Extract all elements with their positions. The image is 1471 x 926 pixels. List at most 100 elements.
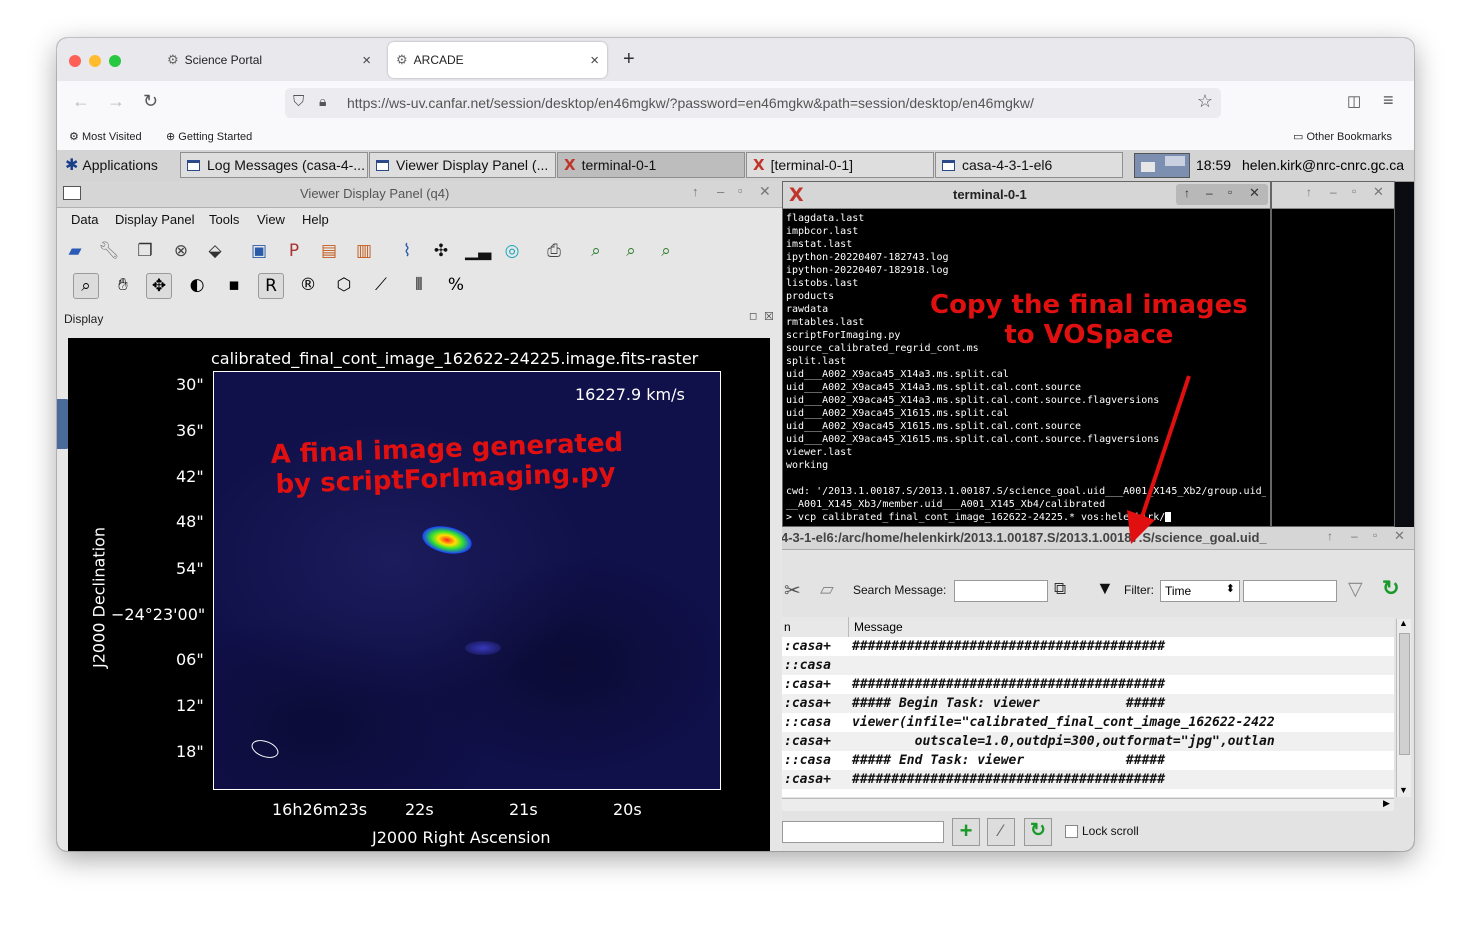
log-row[interactable]: ::casa viewer(infile="calibrated_final_co… — [782, 713, 1394, 732]
minimize-icon[interactable]: – — [1351, 529, 1358, 543]
note-icon[interactable]: ▱ — [820, 579, 834, 600]
zoom-tool-icon[interactable]: ⌕ — [73, 273, 99, 299]
minimize-icon[interactable]: – — [1206, 186, 1213, 200]
refresh-icon[interactable]: ↻ — [1024, 818, 1052, 846]
taskbar-item-casa[interactable]: casa-4-3-1-el6 — [935, 152, 1123, 178]
url-bar[interactable]: ⛉ 🔒︎ https://ws-uv.canfar.net/session/de… — [285, 88, 1221, 118]
close-icon[interactable]: × — [590, 52, 599, 69]
logger-titlebar[interactable]: 4-3-1-el6:/arc/home/helenkirk/2013.1.001… — [782, 527, 1414, 550]
undock-icon[interactable]: ◻ — [749, 311, 757, 322]
bookmark-getting-started[interactable]: ⊕ Getting Started — [166, 130, 252, 143]
zoom-fit-icon[interactable]: ⌕ — [584, 239, 608, 263]
funnel-icon[interactable]: ▽ — [1348, 578, 1363, 601]
maximize-icon[interactable]: ▫ — [1373, 528, 1377, 542]
menu-data[interactable]: Data — [71, 212, 98, 227]
bookmark-other[interactable]: ▭ Other Bookmarks — [1293, 130, 1392, 143]
add-icon[interactable]: + — [952, 818, 980, 846]
save-icon[interactable]: ⬙ — [203, 239, 227, 263]
message-input[interactable] — [782, 821, 944, 843]
move-tool-icon[interactable]: ✥ — [146, 273, 172, 299]
applications-menu[interactable]: ✱ Applications — [59, 152, 175, 178]
log-row[interactable]: :casa+ ##################################… — [782, 675, 1394, 694]
zoom-in-icon[interactable]: ⌕ — [619, 239, 643, 263]
vertical-scrollbar[interactable]: ▲ ▼ — [1396, 618, 1411, 797]
menu-view[interactable]: View — [257, 212, 285, 227]
column-origin[interactable]: n — [784, 620, 791, 634]
menu-display-panel[interactable]: Display Panel — [115, 212, 195, 227]
copy-icon[interactable]: ❐ — [133, 239, 157, 263]
zoom-window-button[interactable] — [109, 55, 121, 67]
color-map-icon[interactable]: ◐ — [185, 273, 209, 297]
image-icon[interactable]: ▤ — [317, 239, 341, 263]
ellipse-region-icon[interactable]: ® — [296, 273, 320, 297]
hamburger-icon[interactable]: ≡ — [1383, 90, 1394, 111]
wrench-icon[interactable]: 🔧︎ — [97, 239, 121, 263]
pin-icon[interactable]: ↑ — [1184, 186, 1190, 200]
taskbar-item-viewer[interactable]: Viewer Display Panel (... — [369, 152, 556, 178]
image-save-icon[interactable]: ▥ — [352, 239, 376, 263]
tab-science-portal[interactable]: ⚙ Science Portal × — [167, 42, 379, 78]
annotation-tool-icon[interactable]: % — [444, 273, 468, 297]
pin-icon[interactable]: ↑ — [1306, 185, 1312, 199]
log-row[interactable]: :casa+ ##### Begin Task: viewer ##### — [782, 694, 1394, 713]
new-tab-button[interactable]: + — [623, 48, 635, 71]
ruler-icon[interactable]: ⫴ — [407, 273, 431, 297]
polyline-icon[interactable]: ⟋ — [369, 273, 393, 297]
maximize-icon[interactable]: ▫ — [1228, 185, 1232, 199]
background-window-titlebar[interactable]: ↑ – ▫ ✕ — [1272, 182, 1394, 209]
spinner-icon[interactable]: ⬍ — [1226, 582, 1235, 595]
taskbar-item-terminal-iconified[interactable]: X [terminal-0-1] — [746, 152, 934, 178]
workspace-2[interactable] — [1165, 156, 1185, 166]
pin-icon[interactable]: ↑ — [692, 184, 699, 199]
star-icon[interactable]: ☆ — [1197, 91, 1213, 112]
log-row[interactable]: ::casa — [782, 656, 1394, 675]
minimize-icon[interactable]: – — [1330, 185, 1337, 199]
panel-icon[interactable]: ▣ — [247, 239, 271, 263]
rectangle-region-icon[interactable]: R — [258, 273, 284, 299]
workspace-1[interactable] — [1141, 162, 1155, 172]
scroll-up-icon[interactable]: ▲ — [1399, 618, 1408, 628]
menu-help[interactable]: Help — [302, 212, 329, 227]
taskbar-item-log-messages[interactable]: Log Messages (casa-4-... — [180, 152, 368, 178]
pocket-icon[interactable]: ◫ — [1347, 92, 1361, 110]
scissors-icon[interactable]: ✂ — [784, 578, 801, 603]
scrollbar-thumb[interactable] — [1399, 633, 1410, 755]
arrow-left-icon[interactable]: ← — [72, 91, 90, 112]
filter-arrow-icon[interactable]: ▼ — [1096, 578, 1114, 599]
search-message-input[interactable] — [954, 580, 1048, 602]
print-settings-icon[interactable]: P — [282, 239, 306, 263]
minimize-window-button[interactable] — [89, 55, 101, 67]
column-message[interactable]: Message — [854, 620, 903, 634]
log-row[interactable]: ::casa ##### End Task: viewer ##### — [782, 751, 1394, 770]
refresh-icon[interactable]: ↻ — [1382, 576, 1400, 601]
menu-tools[interactable]: Tools — [209, 212, 239, 227]
close-icon[interactable]: ✕ — [1394, 528, 1405, 544]
log-row[interactable]: :casa+ ##################################… — [782, 637, 1394, 656]
edit-icon[interactable]: ⁄ — [987, 818, 1015, 846]
scroll-right-icon[interactable]: ▶ — [1383, 798, 1390, 809]
maximize-icon[interactable]: ▫ — [1352, 184, 1356, 198]
lock-icon[interactable]: 🔒︎ — [319, 93, 326, 110]
workspace-switcher[interactable] — [1134, 153, 1190, 178]
pin-icon[interactable]: ↑ — [1327, 529, 1333, 543]
filter-value-input[interactable] — [1243, 580, 1337, 602]
lock-scroll-checkbox[interactable] — [1065, 825, 1078, 838]
horizontal-scrollbar[interactable]: ▶ — [782, 798, 1394, 811]
reload-icon[interactable]: ↻ — [143, 91, 158, 112]
close-icon[interactable]: × — [362, 52, 371, 69]
printer-icon[interactable]: ⎙ — [542, 239, 566, 263]
close-icon[interactable]: ☒ — [764, 310, 774, 323]
profile-icon[interactable]: ⌇ — [395, 239, 419, 263]
arrow-right-icon[interactable]: → — [107, 91, 125, 112]
maximize-icon[interactable]: ▫ — [738, 183, 743, 198]
close-window-button[interactable] — [69, 55, 81, 67]
histogram-icon[interactable]: ▁▃ — [465, 239, 491, 263]
close-icon[interactable]: ✕ — [759, 183, 771, 200]
filter-select[interactable]: Time ⬍ — [1160, 580, 1240, 602]
scroll-down-icon[interactable]: ▼ — [1399, 785, 1408, 795]
log-row[interactable]: :casa+ ##################################… — [782, 770, 1394, 789]
log-row[interactable]: :casa+ outscale=1.0,outdpi=300,outformat… — [782, 732, 1394, 751]
point-tool-icon[interactable]: ▪ — [222, 273, 246, 297]
close-icon[interactable]: ✕ — [1373, 184, 1384, 200]
shuffle-icon[interactable]: ✣ — [429, 239, 453, 263]
